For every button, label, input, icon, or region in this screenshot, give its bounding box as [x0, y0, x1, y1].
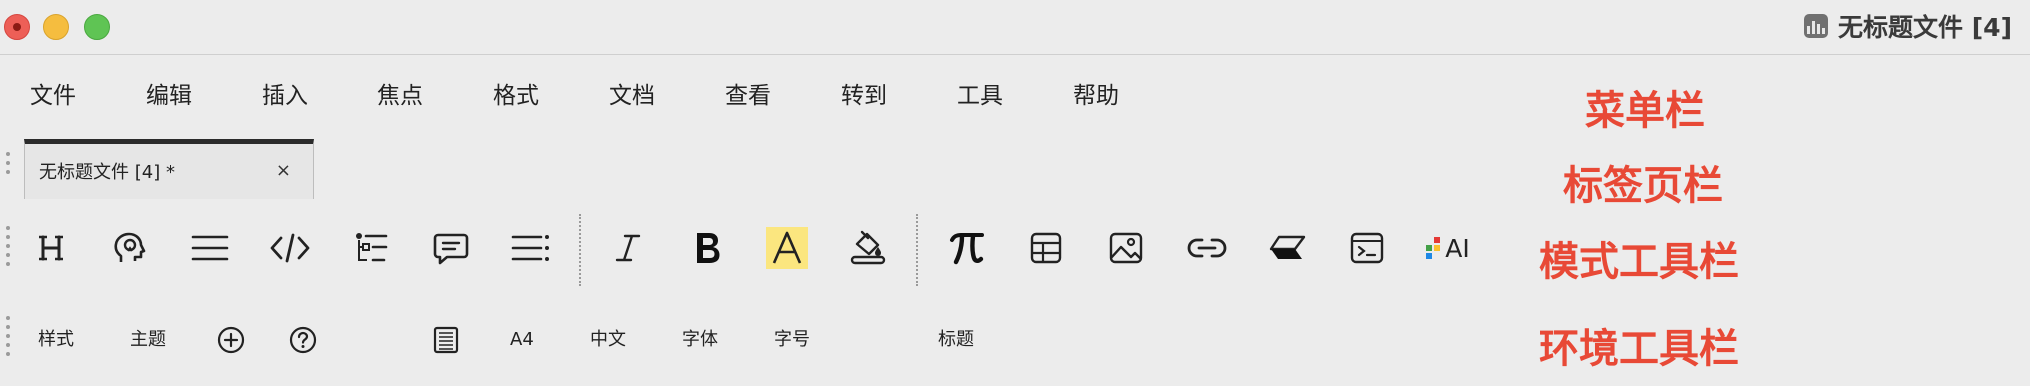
close-window-button[interactable] — [4, 14, 30, 40]
window-title-text: 无标题文件 [4] — [1838, 13, 2012, 42]
pi-formula-icon[interactable] — [945, 226, 989, 270]
mode-toolbar-grip-handle[interactable] — [6, 226, 12, 266]
theme-button[interactable]: 主题 — [130, 322, 166, 358]
comment-icon[interactable] — [429, 226, 473, 270]
align-lines-icon[interactable] — [188, 226, 232, 270]
menu-document[interactable]: 文档 — [609, 74, 655, 118]
italic-icon[interactable] — [606, 226, 650, 270]
tab-bar-grip-handle[interactable] — [6, 152, 12, 174]
menu-edit[interactable]: 编辑 — [146, 74, 192, 118]
link-icon[interactable] — [1185, 226, 1229, 270]
image-icon[interactable] — [1104, 226, 1148, 270]
title-bar: 无标题文件 [4] — [0, 0, 2030, 55]
menu-bar: 文件 编辑 插入 焦点 格式 文档 查看 转到 工具 帮助 — [0, 74, 1200, 118]
menu-help[interactable]: 帮助 — [1073, 74, 1119, 118]
question-circle-icon[interactable] — [285, 322, 321, 358]
code-icon[interactable] — [268, 226, 312, 270]
outline-tree-icon[interactable] — [349, 226, 393, 270]
font-button[interactable]: 字体 — [682, 322, 718, 358]
table-icon[interactable] — [1024, 226, 1068, 270]
menu-insert[interactable]: 插入 — [262, 74, 308, 118]
toolbar-separator-2 — [916, 214, 918, 286]
document-lines-icon[interactable] — [428, 322, 464, 358]
window-title: 无标题文件 [4] — [1804, 8, 2012, 44]
bold-icon[interactable] — [686, 226, 730, 270]
style-button[interactable]: 样式 — [38, 322, 74, 358]
menu-file[interactable]: 文件 — [30, 74, 76, 118]
language-button[interactable]: 中文 — [590, 322, 626, 358]
list-icon[interactable] — [509, 226, 553, 270]
menu-focus[interactable]: 焦点 — [377, 74, 423, 118]
tab-untitled-4[interactable]: 无标题文件 [4] * × — [24, 139, 314, 199]
toolbar-separator — [579, 214, 581, 286]
tab-bar-annotation: 标签页栏 — [1563, 163, 1723, 209]
font-size-button[interactable]: 字号 — [774, 322, 810, 358]
highlight-icon[interactable] — [766, 227, 808, 269]
ai-icon[interactable]: AI — [1420, 226, 1476, 270]
env-toolbar-grip-handle[interactable] — [6, 316, 12, 356]
ai-label: AI — [1445, 233, 1470, 263]
menu-goto[interactable]: 转到 — [841, 74, 887, 118]
tab-label: 无标题文件 [4] * — [39, 162, 175, 183]
minimize-window-button[interactable] — [43, 14, 69, 40]
env-toolbar-annotation: 环境工具栏 — [1539, 326, 1739, 372]
paper-size-button[interactable]: A4 — [510, 322, 534, 358]
heading-icon[interactable] — [29, 226, 73, 270]
lightbulb-head-icon[interactable] — [108, 226, 152, 270]
heading-button[interactable]: 标题 — [938, 322, 974, 358]
menu-tools[interactable]: 工具 — [957, 74, 1003, 118]
menu-format[interactable]: 格式 — [493, 74, 539, 118]
mode-toolbar-annotation: 模式工具栏 — [1539, 239, 1739, 285]
maximize-window-button[interactable] — [84, 14, 110, 40]
tab-close-icon[interactable]: × — [276, 160, 291, 181]
menu-view[interactable]: 查看 — [725, 74, 771, 118]
terminal-icon[interactable] — [1345, 226, 1389, 270]
menu-bar-annotation: 菜单栏 — [1585, 88, 1705, 134]
chart-bars-icon — [1804, 14, 1829, 38]
eraser-icon[interactable] — [1265, 226, 1309, 270]
plus-circle-icon[interactable] — [213, 322, 249, 358]
paint-bucket-icon[interactable] — [846, 226, 890, 270]
